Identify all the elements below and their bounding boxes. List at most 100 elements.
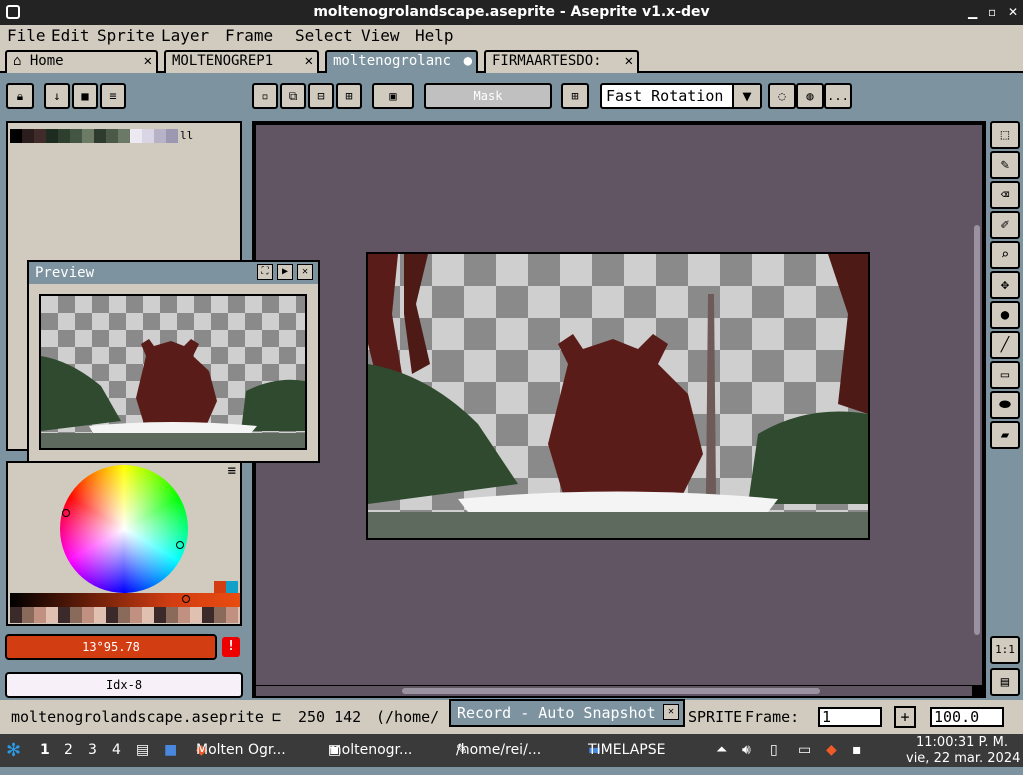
- lock-button[interactable]: 🔒︎: [6, 83, 34, 109]
- horizontal-scrollbar[interactable]: [256, 686, 972, 696]
- palette-swatch[interactable]: [10, 129, 22, 143]
- contour-tool[interactable]: ⬬: [990, 391, 1020, 419]
- workspace-2[interactable]: 2: [64, 734, 73, 767]
- selection-replace-button[interactable]: ▫: [252, 83, 278, 109]
- rectangular-marquee-tool[interactable]: ⬚: [990, 121, 1020, 149]
- sprite-canvas[interactable]: [366, 252, 870, 540]
- close-button[interactable]: ✕: [1008, 0, 1018, 25]
- opaque-color-button[interactable]: ◍: [796, 83, 824, 109]
- brave-tray-icon[interactable]: ◆: [826, 734, 837, 767]
- palette-swatch[interactable]: [46, 129, 58, 143]
- rotation-algorithm-select[interactable]: Fast Rotation ▼: [600, 83, 762, 109]
- more-options-button[interactable]: ...: [824, 83, 852, 109]
- tab-moltenogrep1[interactable]: MOLTENOGREP1 ✕: [164, 50, 319, 73]
- transparent-color-button[interactable]: ◌: [768, 83, 796, 109]
- shade-bar[interactable]: [10, 593, 240, 607]
- menu-select[interactable]: Select: [295, 25, 353, 47]
- menu-edit[interactable]: Edit: [51, 25, 90, 47]
- screen-icon[interactable]: ▭: [798, 734, 811, 767]
- menu-view[interactable]: View: [361, 25, 400, 47]
- workspace-1[interactable]: 1: [40, 734, 50, 767]
- minimize-button[interactable]: ▁: [968, 0, 977, 25]
- color-rgb-field[interactable]: 13°95.78: [5, 634, 217, 660]
- zoom-field[interactable]: 100.0: [930, 707, 1004, 727]
- palette-sort-button[interactable]: ↓: [44, 83, 70, 109]
- warning-icon[interactable]: !: [222, 637, 240, 657]
- desktop-launcher-icon[interactable]: ■: [164, 734, 177, 767]
- close-icon[interactable]: ✕: [663, 704, 679, 720]
- add-frame-button[interactable]: +: [894, 706, 916, 728]
- close-icon[interactable]: ✕: [144, 52, 152, 71]
- palette-swatch[interactable]: [70, 129, 82, 143]
- pixel-perfect-button[interactable]: ▣: [372, 83, 414, 109]
- timeline-button[interactable]: ▤: [990, 668, 1020, 696]
- notification-icon[interactable]: ▪: [852, 734, 862, 767]
- ratio-button[interactable]: 1:1: [990, 636, 1020, 664]
- selection-subtract-button[interactable]: ⊟: [308, 83, 334, 109]
- palette-swatch[interactable]: [34, 129, 46, 143]
- palette-swatch[interactable]: [58, 129, 70, 143]
- shade-swatch-bar[interactable]: [10, 607, 240, 623]
- menu-file[interactable]: File: [7, 25, 46, 47]
- close-icon[interactable]: ✕: [625, 52, 633, 71]
- palette-swatch[interactable]: [166, 129, 178, 143]
- tab-firmaartesdo[interactable]: FIRMAARTESDO: ✕: [484, 50, 639, 73]
- tab-moltenogrolandscape[interactable]: moltenogrolanc ●: [325, 50, 478, 73]
- blur-tool[interactable]: ▰: [990, 421, 1020, 449]
- palette-menu-button[interactable]: ≡: [100, 83, 126, 109]
- palette-swatch[interactable]: [94, 129, 106, 143]
- fill-tool[interactable]: ●: [990, 301, 1020, 329]
- workspace-3[interactable]: 3: [88, 734, 97, 767]
- bg-color-swatch[interactable]: [226, 581, 238, 593]
- pivot-button[interactable]: ⊞: [561, 83, 589, 109]
- palette-swatch[interactable]: [142, 129, 154, 143]
- menu-sprite[interactable]: Sprite: [97, 25, 155, 47]
- eraser-tool[interactable]: ⌫: [990, 181, 1020, 209]
- menu-help[interactable]: Help: [415, 25, 454, 47]
- color-index-field[interactable]: Idx-8: [5, 672, 243, 698]
- zoom-tool[interactable]: ⌕: [990, 241, 1020, 269]
- frame-field[interactable]: 1: [818, 707, 882, 727]
- selection-add-button[interactable]: ⧉: [280, 83, 306, 109]
- palette-swatch[interactable]: [118, 129, 130, 143]
- clock-date[interactable]: vie, 22 mar. 2024: [906, 742, 1020, 775]
- maximize-button[interactable]: ▫: [988, 0, 996, 25]
- line-tool[interactable]: ╱: [990, 331, 1020, 359]
- fullscreen-icon[interactable]: ⛶: [257, 264, 273, 280]
- tab-home[interactable]: ⌂ Home ✕: [5, 50, 158, 73]
- preview-titlebar[interactable]: Preview ⛶ ▶ ✕: [29, 262, 318, 284]
- selection-intersect-button[interactable]: ⊞: [336, 83, 362, 109]
- fg-color-swatch[interactable]: [214, 581, 226, 593]
- tray-up-arrow-icon[interactable]: ⏶: [716, 734, 727, 767]
- files-launcher-icon[interactable]: ▤: [136, 734, 149, 767]
- scrollbar-thumb[interactable]: [974, 225, 980, 635]
- color-wheel[interactable]: [60, 465, 188, 593]
- move-tool[interactable]: ✥: [990, 271, 1020, 299]
- vertical-scrollbar[interactable]: [972, 125, 982, 685]
- close-icon[interactable]: ✕: [305, 52, 313, 71]
- palette-swatch[interactable]: [82, 129, 94, 143]
- menu-frame[interactable]: Frame: [225, 25, 273, 47]
- palette-swatch[interactable]: [106, 129, 118, 143]
- palette-save-button[interactable]: ■: [72, 83, 98, 109]
- mask-button[interactable]: Mask: [424, 83, 552, 109]
- rectangle-tool[interactable]: ▭: [990, 361, 1020, 389]
- menu-layer[interactable]: Layer: [161, 25, 209, 47]
- palette-swatch[interactable]: [154, 129, 166, 143]
- eyedropper-tool[interactable]: ✐: [990, 211, 1020, 239]
- chevron-down-icon[interactable]: ▼: [732, 85, 760, 107]
- workspace-4[interactable]: 4: [112, 734, 121, 767]
- clipboard-icon[interactable]: ▯: [770, 734, 778, 767]
- volume-icon[interactable]: 🔊︎: [742, 734, 751, 767]
- menu-icon[interactable]: ≡: [228, 463, 236, 479]
- play-icon[interactable]: ▶: [277, 264, 293, 280]
- start-menu-icon[interactable]: ✻: [6, 734, 21, 767]
- palette-swatch[interactable]: [22, 129, 34, 143]
- palette-resize-handle[interactable]: ll: [180, 129, 193, 142]
- palette-swatch[interactable]: [130, 129, 142, 143]
- record-popup[interactable]: Record - Auto Snapshot ✕: [449, 699, 685, 727]
- close-icon[interactable]: ✕: [297, 264, 313, 280]
- modified-dot-icon[interactable]: ●: [464, 52, 472, 71]
- scrollbar-thumb[interactable]: [402, 688, 820, 694]
- pencil-tool[interactable]: ✎: [990, 151, 1020, 179]
